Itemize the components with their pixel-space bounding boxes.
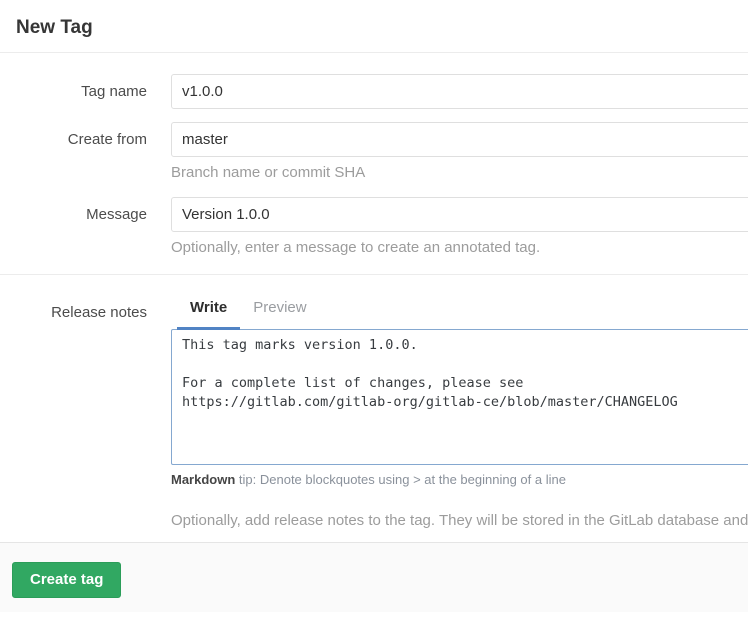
create-from-control: Branch name or commit SHA (171, 122, 748, 182)
create-from-help: Branch name or commit SHA (171, 163, 748, 182)
tag-name-label: Tag name (0, 74, 147, 101)
create-tag-button[interactable]: Create tag (12, 562, 121, 598)
tag-name-row: Tag name (0, 74, 748, 109)
page-title: New Tag (0, 0, 748, 52)
release-notes-textarea[interactable]: This tag marks version 1.0.0. For a comp… (171, 329, 748, 465)
message-help: Optionally, enter a message to create an… (171, 238, 748, 257)
tab-write[interactable]: Write (177, 289, 240, 329)
editor-tabs: Write Preview (177, 289, 748, 329)
message-input[interactable] (171, 197, 748, 232)
message-row: Message Optionally, enter a message to c… (0, 197, 748, 257)
markdown-tip: Markdown tip: Denote blockquotes using >… (171, 472, 748, 488)
create-from-input[interactable] (171, 122, 748, 157)
release-notes-help: Optionally, add release notes to the tag… (171, 511, 748, 530)
markdown-editor: Write Preview This tag marks version 1.0… (171, 275, 748, 530)
release-notes-label: Release notes (0, 275, 147, 322)
release-notes-row: Release notes Write Preview This tag mar… (0, 275, 748, 530)
tag-name-input[interactable] (171, 74, 748, 109)
create-from-label: Create from (0, 122, 147, 149)
tag-name-control (171, 74, 748, 109)
tab-preview[interactable]: Preview (240, 289, 319, 329)
message-label: Message (0, 197, 147, 224)
divider (0, 52, 748, 53)
markdown-tip-text: tip: Denote blockquotes using > at the b… (235, 472, 566, 487)
create-from-row: Create from Branch name or commit SHA (0, 122, 748, 182)
form-footer: Create tag (0, 543, 748, 612)
markdown-tip-word: Markdown (171, 472, 235, 487)
message-control: Optionally, enter a message to create an… (171, 197, 748, 257)
